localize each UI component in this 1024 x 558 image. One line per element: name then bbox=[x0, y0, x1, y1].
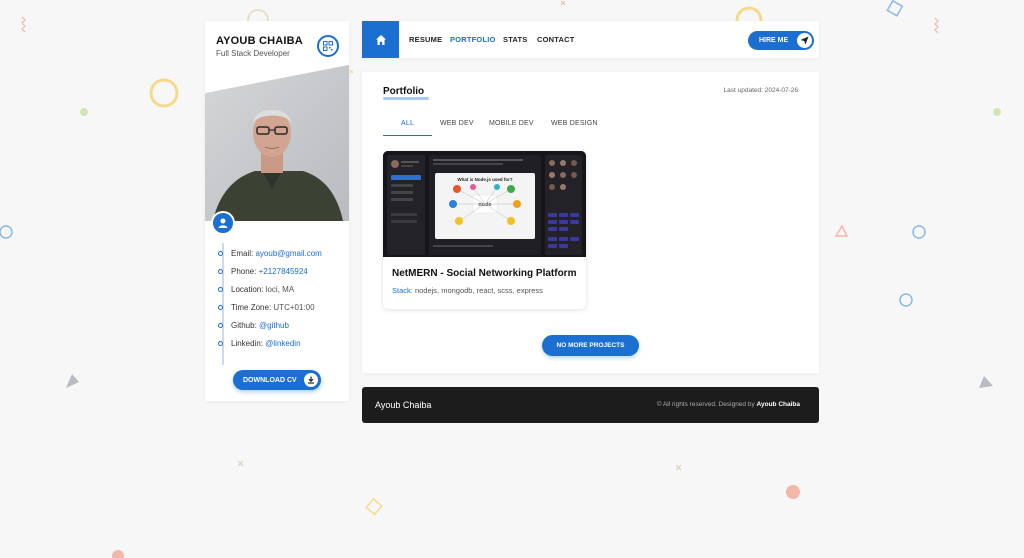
top-navbar: RESUME PORTFOLIO STATS CONTACT HIRE ME bbox=[362, 21, 819, 58]
nav-contact[interactable]: CONTACT bbox=[537, 35, 575, 44]
email-link[interactable]: ayoub@gmail.com bbox=[255, 249, 321, 258]
portfolio-section: Portfolio Last updated: 2024-07-26 ALL W… bbox=[362, 72, 819, 373]
profile-name: AYOUB CHAIBA bbox=[216, 35, 303, 47]
last-updated: Last updated: 2024-07-26 bbox=[723, 87, 798, 94]
user-icon bbox=[218, 218, 228, 228]
footer-copyright: © All rights reserved. Designed by Ayoub… bbox=[656, 401, 800, 408]
home-button[interactable] bbox=[362, 21, 399, 58]
user-icon-badge bbox=[211, 211, 235, 235]
footer-designer: Ayoub Chaiba bbox=[756, 401, 800, 408]
footer-name: Ayoub Chaiba bbox=[375, 400, 432, 410]
info-phone: Phone: +2127845924 bbox=[218, 267, 308, 276]
profile-role: Full Stack Developer bbox=[216, 49, 290, 58]
qr-code-button[interactable] bbox=[317, 35, 339, 57]
download-icon bbox=[308, 376, 314, 384]
project-thumbnail: What is Node.js used for? node bbox=[383, 151, 586, 257]
footer: Ayoub Chaiba © All rights reserved. Desi… bbox=[362, 387, 819, 423]
info-email: Email: ayoub@gmail.com bbox=[218, 249, 322, 258]
phone-link[interactable]: +2127845924 bbox=[259, 267, 308, 276]
nav-portfolio[interactable]: PORTFOLIO bbox=[450, 35, 496, 44]
info-github: Github: @github bbox=[218, 321, 289, 330]
info-timezone: Time Zone: UTC+01:00 bbox=[218, 303, 315, 312]
project-title[interactable]: NetMERN - Social Networking Platform bbox=[392, 268, 576, 279]
tab-all[interactable]: ALL bbox=[401, 120, 414, 127]
hire-me-button[interactable]: HIRE ME bbox=[748, 31, 814, 50]
section-title: Portfolio bbox=[383, 86, 430, 100]
tab-web-dev[interactable]: WEB DEV bbox=[440, 120, 474, 127]
info-linkedin: Linkedin: @linkedin bbox=[218, 339, 301, 348]
home-icon bbox=[375, 34, 386, 45]
send-icon bbox=[800, 36, 809, 45]
github-link[interactable]: @github bbox=[259, 321, 289, 330]
nav-resume[interactable]: RESUME bbox=[409, 35, 442, 44]
download-cv-button[interactable]: DOWNLOAD CV bbox=[233, 370, 321, 390]
profile-photo bbox=[205, 65, 349, 221]
info-timeline-line bbox=[222, 243, 224, 365]
active-tab-underline bbox=[383, 135, 432, 136]
info-location: Location: loci, MA bbox=[218, 285, 294, 294]
project-stack: Stack: nodejs, mongodb, react, scss, exp… bbox=[392, 286, 543, 295]
qr-code-icon bbox=[323, 41, 333, 51]
linkedin-link[interactable]: @linkedin bbox=[265, 339, 300, 348]
project-card[interactable]: What is Node.js used for? node NetMERN -… bbox=[383, 151, 586, 309]
tab-web-design[interactable]: WEB DESIGN bbox=[551, 120, 598, 127]
svg-text:What is Node.js used for?: What is Node.js used for? bbox=[457, 177, 513, 182]
portfolio-tabs: ALL WEB DEV MOBILE DEV WEB DESIGN bbox=[383, 115, 783, 137]
profile-sidebar: AYOUB CHAIBA Full Stack Developer Email:… bbox=[205, 21, 349, 401]
no-more-projects-button[interactable]: NO MORE PROJECTS bbox=[542, 335, 639, 356]
nav-stats[interactable]: STATS bbox=[503, 35, 527, 44]
tab-mobile-dev[interactable]: MOBILE DEV bbox=[489, 120, 534, 127]
